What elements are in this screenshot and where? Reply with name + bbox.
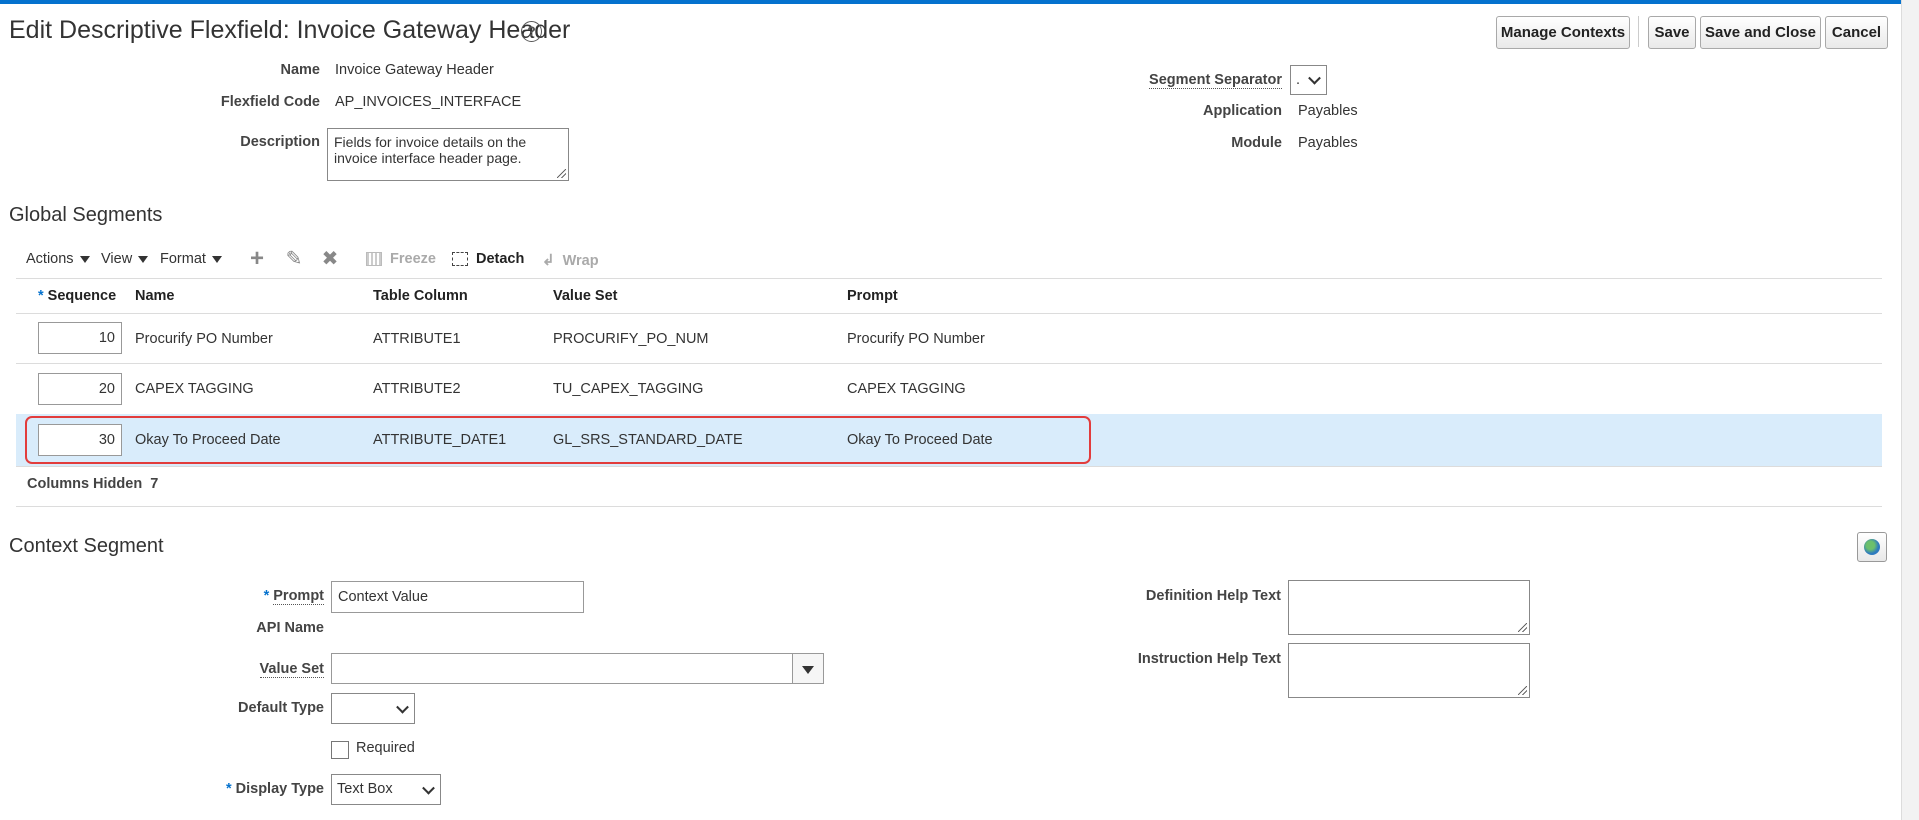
columns-hidden-status: Columns Hidden 7 [27, 476, 159, 492]
table-column-cell: ATTRIBUTE1 [373, 331, 461, 347]
chevron-down-icon [396, 700, 409, 714]
required-checkbox[interactable] [331, 741, 349, 759]
value-set-cell: TU_CAPEX_TAGGING [553, 381, 704, 397]
view-menu[interactable]: View [101, 251, 149, 267]
column-header-sequence[interactable]: * Sequence [38, 288, 116, 304]
value-set-combobox[interactable] [331, 653, 824, 684]
section-divider [16, 506, 1882, 507]
row-highlight-box [25, 416, 1091, 464]
table-bottom-border [16, 466, 1882, 467]
instruction-help-textarea[interactable] [1288, 643, 1530, 698]
application-value: Payables [1298, 103, 1358, 119]
prompt-input[interactable]: Context Value [331, 581, 584, 613]
sequence-input[interactable]: 10 [38, 322, 122, 354]
edit-icon[interactable]: ✎ [283, 249, 305, 269]
name-cell: CAPEX TAGGING [135, 381, 254, 397]
description-text: Fields for invoice details on the invoic… [334, 134, 527, 166]
vertical-scrollbar[interactable] [1901, 0, 1919, 820]
flexfield-code-value: AP_INVOICES_INTERFACE [335, 94, 522, 110]
column-header-name[interactable]: Name [135, 288, 175, 304]
sequence-input[interactable]: 20 [38, 373, 122, 405]
description-label: Description [240, 134, 320, 150]
segment-separator-label: Segment Separator [1149, 72, 1282, 89]
save-and-close-button[interactable]: Save and Close [1700, 16, 1821, 49]
wrap-icon: ↲ [542, 252, 555, 269]
name-label: Name [280, 62, 321, 78]
name-cell: Procurify PO Number [135, 331, 273, 347]
help-icon[interactable]: ? [521, 21, 542, 42]
definition-help-text-label: Definition Help Text [1145, 588, 1281, 604]
context-segment-heading: Context Segment [9, 535, 164, 557]
prompt-cell: Procurify PO Number [847, 331, 985, 347]
column-header-table-column[interactable]: Table Column [373, 288, 468, 304]
value-set-dropdown-button[interactable] [792, 654, 823, 683]
api-name-label: API Name [256, 620, 324, 636]
resize-handle-icon[interactable] [1518, 686, 1527, 695]
required-marker: * [38, 288, 44, 304]
chevron-down-icon [1308, 71, 1321, 85]
display-type-select[interactable]: Text Box [331, 774, 441, 805]
column-header-prompt[interactable]: Prompt [847, 288, 898, 304]
top-accent-bar [0, 0, 1919, 4]
cancel-button[interactable]: Cancel [1825, 16, 1888, 49]
detach-button[interactable]: Detach [452, 251, 524, 267]
columns-hidden-count: 7 [150, 476, 159, 492]
format-menu[interactable]: Format [160, 251, 222, 267]
add-icon[interactable]: + [246, 247, 268, 271]
delete-icon[interactable]: ✖ [319, 249, 341, 269]
triangle-down-icon [802, 666, 814, 674]
segment-separator-select[interactable]: . [1290, 65, 1327, 95]
description-textarea[interactable]: Fields for invoice details on the invoic… [327, 128, 569, 181]
module-value: Payables [1298, 135, 1358, 151]
manage-contexts-button[interactable]: Manage Contexts [1496, 16, 1630, 49]
flexfield-code-label: Flexfield Code [220, 94, 320, 110]
save-button[interactable]: Save [1648, 16, 1696, 49]
table-header-border [16, 313, 1882, 314]
global-segments-heading: Global Segments [9, 204, 163, 226]
caret-down-icon [79, 255, 90, 263]
caret-down-icon [138, 255, 149, 263]
required-label: Required [356, 740, 415, 756]
freeze-button[interactable]: Freeze [366, 251, 436, 267]
module-label: Module [1231, 135, 1282, 151]
prompt-label: * Prompt [263, 588, 324, 605]
globe-icon[interactable] [1857, 532, 1887, 562]
caret-down-icon [211, 255, 222, 263]
value-set-cell: PROCURIFY_PO_NUM [553, 331, 709, 347]
name-value: Invoice Gateway Header [335, 62, 494, 78]
application-label: Application [1203, 103, 1282, 119]
prompt-cell: CAPEX TAGGING [847, 381, 966, 397]
definition-help-textarea[interactable] [1288, 580, 1530, 635]
detach-icon [452, 252, 468, 267]
table-top-border [16, 278, 1882, 279]
actions-menu[interactable]: Actions [26, 251, 90, 267]
display-type-value: Text Box [337, 781, 393, 797]
resize-handle-icon[interactable] [557, 169, 566, 178]
default-type-select[interactable] [331, 693, 415, 724]
row-divider [16, 363, 1882, 364]
segment-separator-value: . [1296, 72, 1301, 88]
table-column-cell: ATTRIBUTE2 [373, 381, 461, 397]
instruction-help-text-label: Instruction Help Text [1137, 651, 1281, 667]
resize-handle-icon[interactable] [1518, 623, 1527, 632]
wrap-button[interactable]: ↲ Wrap [542, 251, 599, 269]
display-type-label: * Display Type [225, 781, 324, 797]
toolbar-separator [1638, 16, 1639, 47]
column-header-value-set[interactable]: Value Set [553, 288, 617, 304]
value-set-label: Value Set [259, 661, 324, 678]
default-type-label: Default Type [238, 700, 324, 716]
page-title: Edit Descriptive Flexfield: Invoice Gate… [9, 16, 571, 44]
chevron-down-icon [422, 781, 435, 795]
freeze-icon [366, 252, 382, 267]
